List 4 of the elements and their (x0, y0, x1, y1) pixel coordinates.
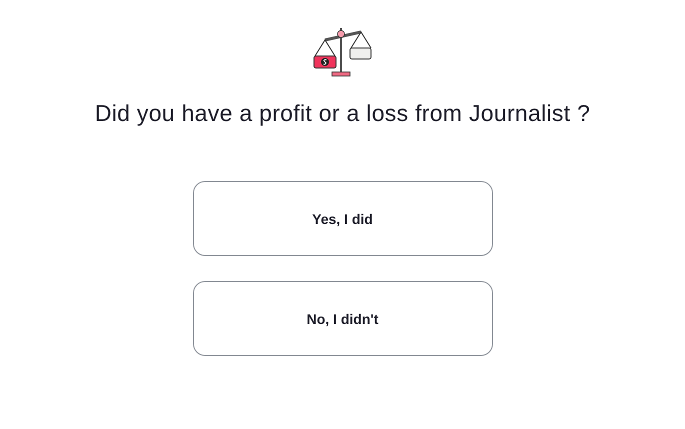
balance-scale-icon (312, 26, 372, 78)
answer-option[interactable]: No, I didn't (192, 281, 492, 356)
answer-option[interactable]: Yes, I did (192, 181, 492, 256)
question-title: Did you have a profit or a loss from Journalist ? (94, 100, 590, 127)
